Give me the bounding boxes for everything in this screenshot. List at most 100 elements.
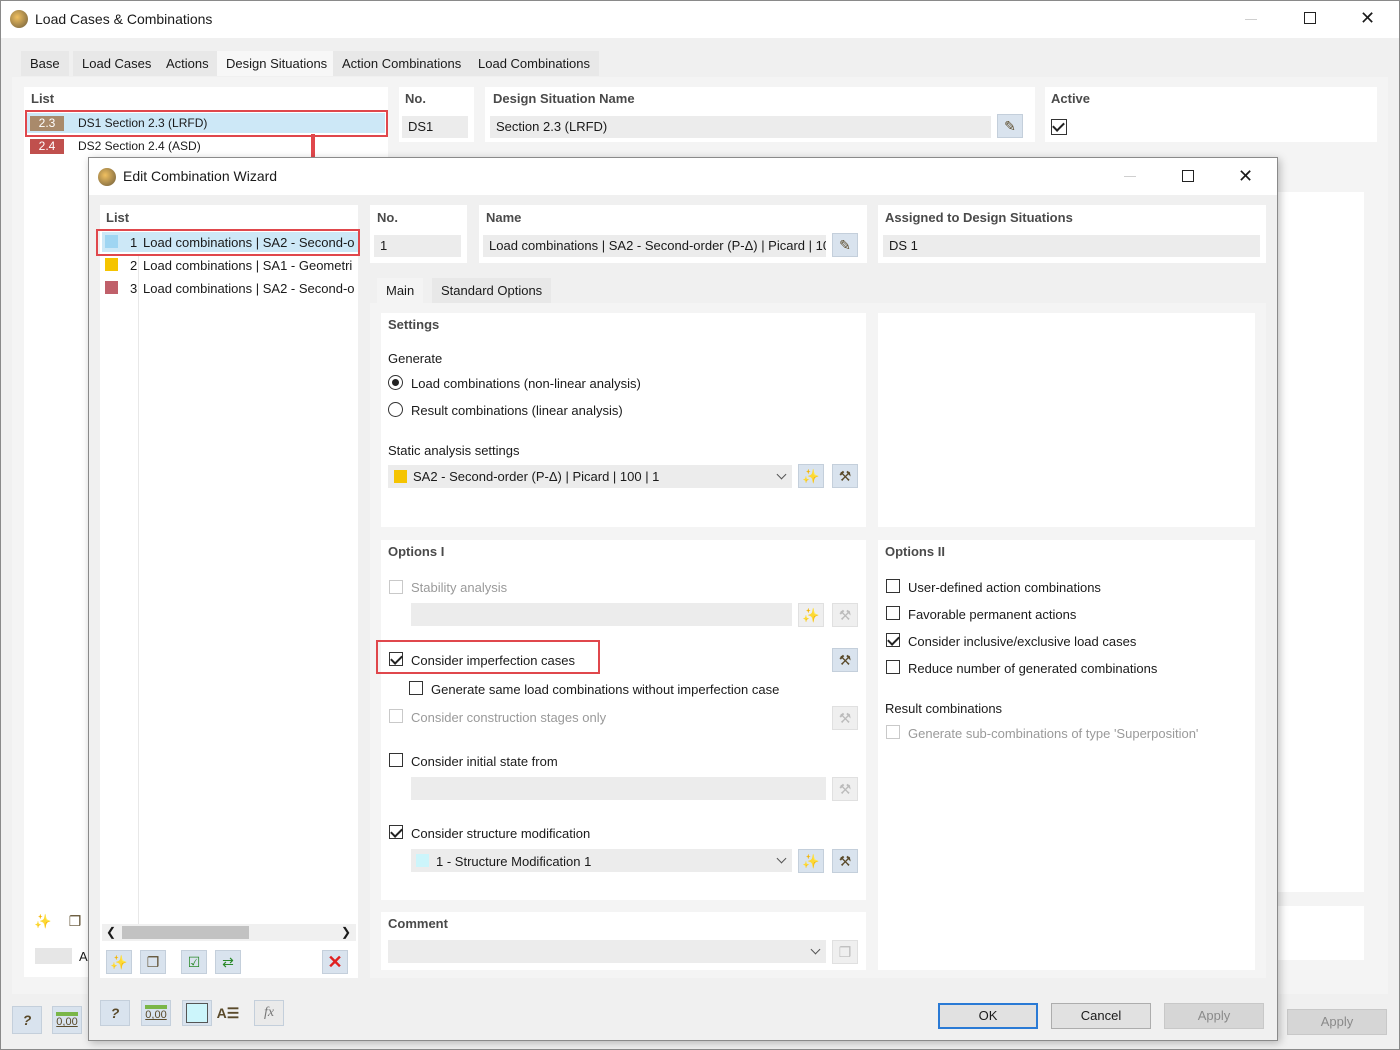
tab-load-cases[interactable]: Load Cases xyxy=(73,51,161,76)
wizard-fx-button[interactable]: fx xyxy=(254,1000,284,1026)
close-button[interactable]: ✕ xyxy=(1360,8,1375,28)
wizard-color-button[interactable] xyxy=(182,1000,212,1026)
main-no-field[interactable]: DS1 xyxy=(402,116,468,138)
scroll-left-arrow[interactable]: ❮ xyxy=(106,925,116,939)
copy-icon: ❐ xyxy=(68,912,82,929)
settings-panel xyxy=(381,313,866,527)
main-right-panel-lower xyxy=(1277,906,1364,960)
wizard-copy-button[interactable]: ❐ xyxy=(140,950,166,974)
maximize-button[interactable] xyxy=(1304,12,1316,24)
scroll-right-arrow[interactable]: ❯ xyxy=(341,925,351,939)
wizard-text-button[interactable]: A☰ xyxy=(213,1000,243,1026)
main-apply-button[interactable]: Apply xyxy=(1287,1009,1387,1035)
wizard-no-field[interactable]: 1 xyxy=(374,235,461,257)
initial-state-label: Consider initial state from xyxy=(411,754,558,769)
result-combinations-label: Result combinations xyxy=(885,701,1003,716)
tab-action-combinations[interactable]: Action Combinations xyxy=(333,51,471,76)
wizard-list-num: 2 xyxy=(130,258,138,273)
static-edit-button[interactable]: ⚒ xyxy=(832,464,858,488)
design-situation-name-field[interactable]: Section 2.3 (LRFD) xyxy=(490,116,991,138)
preview-panel xyxy=(878,313,1255,527)
edit-icon: ✎ xyxy=(1004,117,1016,134)
construction-checkbox[interactable] xyxy=(389,709,403,723)
reduce-checkbox[interactable] xyxy=(886,660,900,674)
radio-load-combinations[interactable] xyxy=(388,375,403,390)
main-active-panel xyxy=(1045,87,1377,142)
active-checkbox[interactable] xyxy=(1051,119,1067,135)
radio-result-combinations[interactable] xyxy=(388,402,403,417)
imperfection-edit-button[interactable]: ⚒ xyxy=(832,648,858,672)
wizard-delete-button[interactable]: ✕ xyxy=(322,950,348,974)
user-defined-checkbox[interactable] xyxy=(886,579,900,593)
wizard-renumber-button[interactable]: ⇄ xyxy=(215,950,241,974)
stability-new-button: ✨ xyxy=(798,603,824,627)
main-window-title: Load Cases & Combinations xyxy=(35,11,213,27)
tab-load-combinations[interactable]: Load Combinations xyxy=(469,51,600,76)
edit-tool-icon: ⚒ xyxy=(838,606,852,623)
stability-checkbox[interactable] xyxy=(389,580,403,594)
initial-state-field[interactable] xyxy=(411,777,826,800)
structure-mod-new-button[interactable]: ✨ xyxy=(798,849,824,873)
decimal-places-icon: 0,00 xyxy=(56,1012,78,1028)
wizard-title: Edit Combination Wizard xyxy=(123,168,278,184)
inclusive-checkbox[interactable] xyxy=(886,633,900,647)
active-label: Active xyxy=(1051,91,1091,106)
wizard-minimize-button[interactable] xyxy=(1124,176,1136,177)
static-analysis-value: SA2 - Second-order (P-Δ) | Picard | 100 … xyxy=(413,469,660,484)
initial-state-checkbox[interactable] xyxy=(389,753,403,767)
assigned-field[interactable]: DS 1 xyxy=(883,235,1260,257)
main-units-button[interactable]: 0,00 xyxy=(52,1006,82,1034)
options2-panel xyxy=(878,540,1255,970)
function-icon: fx xyxy=(263,1005,275,1020)
wizard-new-button[interactable]: ✨ xyxy=(106,950,132,974)
main-add-button[interactable]: ✨ xyxy=(30,909,56,933)
delete-icon: ✕ xyxy=(327,951,343,972)
wizard-edit-name-button[interactable]: ✎ xyxy=(832,233,858,257)
main-right-panel xyxy=(1277,192,1364,892)
help-icon: ? xyxy=(22,1012,32,1028)
main-bottom-letter: A xyxy=(79,949,88,964)
minimize-button[interactable] xyxy=(1245,19,1257,20)
wizard-close-button[interactable]: ✕ xyxy=(1238,166,1253,186)
color-swatch-icon xyxy=(186,1003,208,1023)
wizard-list-header: List xyxy=(106,210,130,225)
sub-comb-checkbox[interactable] xyxy=(886,725,900,739)
tab-actions[interactable]: Actions xyxy=(157,51,218,76)
wizard-maximize-button[interactable] xyxy=(1182,170,1194,182)
scroll-thumb[interactable] xyxy=(122,926,249,939)
wizard-apply-button[interactable]: Apply xyxy=(1164,1003,1264,1029)
tab-design-situations[interactable]: Design Situations xyxy=(217,51,337,76)
ok-button[interactable]: OK xyxy=(938,1003,1038,1029)
comment-field[interactable] xyxy=(388,940,826,963)
decimal-places-icon: 0,00 xyxy=(145,1005,167,1021)
generate-same-checkbox[interactable] xyxy=(409,681,423,695)
favorable-checkbox[interactable] xyxy=(886,606,900,620)
inclusive-label: Consider inclusive/exclusive load cases xyxy=(908,634,1137,649)
tab-main[interactable]: Main xyxy=(377,278,424,303)
construction-label: Consider construction stages only xyxy=(411,710,607,725)
tab-base[interactable]: Base xyxy=(21,51,69,76)
cancel-button[interactable]: Cancel xyxy=(1051,1003,1151,1029)
wizard-no-label: No. xyxy=(377,210,398,225)
stability-edit-button: ⚒ xyxy=(832,603,858,627)
edit-tool-icon: ⚒ xyxy=(838,709,852,726)
wizard-name-field[interactable]: Load combinations | SA2 - Second-order (… xyxy=(483,235,826,257)
edit-name-button[interactable]: ✎ xyxy=(997,114,1023,138)
initial-state-edit-button: ⚒ xyxy=(832,777,858,801)
main-help-button[interactable]: ? xyxy=(12,1006,42,1034)
edit-tool-icon: ⚒ xyxy=(838,651,852,668)
structure-mod-checkbox[interactable] xyxy=(389,825,403,839)
new-icon: ✨ xyxy=(110,953,128,970)
wizard-help-button[interactable]: ? xyxy=(100,1000,130,1026)
structure-mod-edit-button[interactable]: ⚒ xyxy=(832,849,858,873)
tab-standard-options[interactable]: Standard Options xyxy=(432,278,552,303)
edit-tool-icon: ⚒ xyxy=(838,852,852,869)
wizard-check-button[interactable]: ☑ xyxy=(181,950,207,974)
static-new-button[interactable]: ✨ xyxy=(798,464,824,488)
sub-comb-label: Generate sub-combinations of type 'Super… xyxy=(908,726,1199,741)
help-icon: ? xyxy=(110,1005,120,1021)
wizard-units-button[interactable]: 0,00 xyxy=(141,1000,171,1026)
new-icon: ✨ xyxy=(802,467,820,484)
main-list-header: List xyxy=(31,91,55,106)
main-copy-button[interactable]: ❐ xyxy=(62,909,88,933)
